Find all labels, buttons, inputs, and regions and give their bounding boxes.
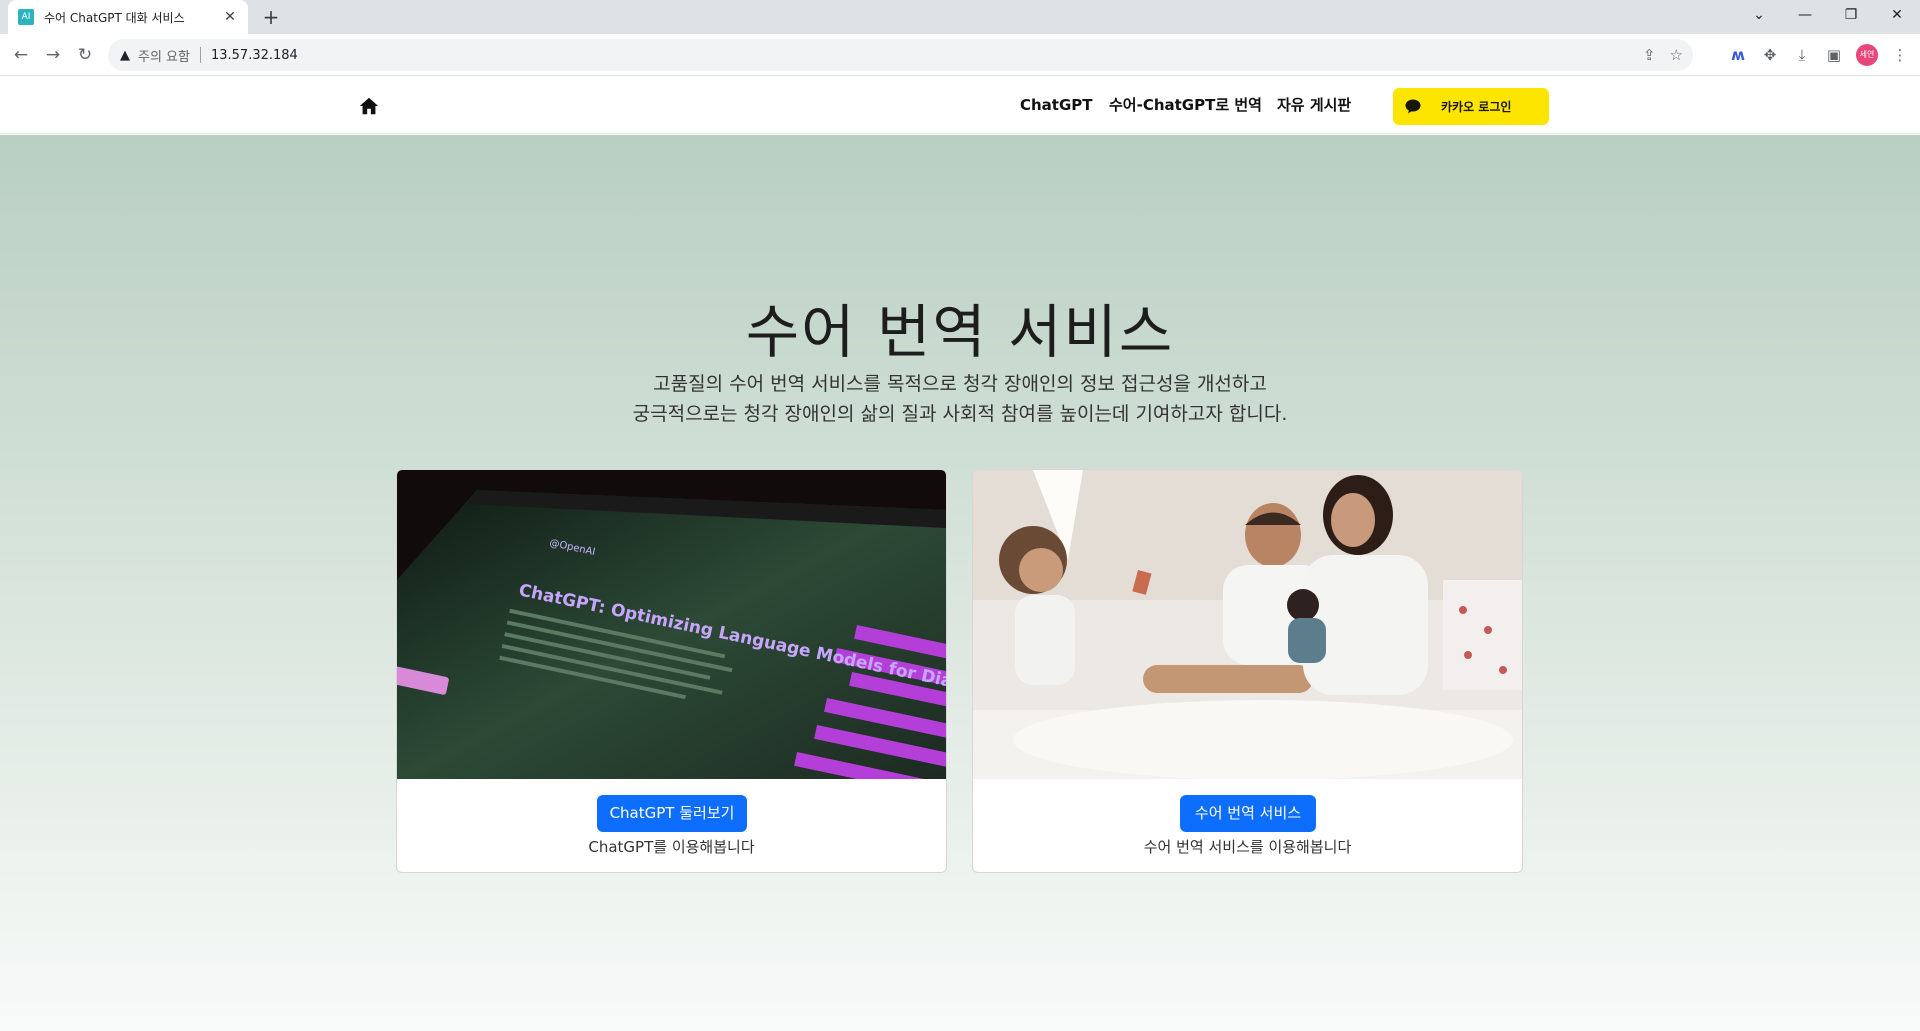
hero-section: 수어 번역 서비스 고품질의 수어 번역 서비스를 목적으로 청각 장애인의 정… [0, 135, 1920, 1031]
warning-icon[interactable]: ▲ [120, 48, 130, 63]
extensions-puzzle-icon[interactable]: ✥ [1758, 43, 1782, 67]
sign-translation-button[interactable]: 수어 번역 서비스 [1180, 795, 1316, 832]
chatgpt-screen-image: @OpenAI ChatGPT: Optimizing Language Mod… [397, 470, 946, 779]
home-icon[interactable] [358, 95, 380, 117]
sign-translation-card-text: 수어 번역 서비스를 이용해봅니다 [1143, 838, 1352, 856]
browser-tab-strip: AI 수어 ChatGPT 대화 서비스 ✕ + ⌄ — ❐ ✕ [0, 0, 1920, 34]
web-page: ChatGPT 수어-ChatGPT로 번역 자유 게시판 카카오 로그인 수어… [0, 77, 1920, 1031]
hero-subtitle-line-1: 고품질의 수어 번역 서비스를 목적으로 청각 장애인의 정보 접근성을 개선하… [653, 373, 1267, 395]
hero-subtitle: 고품질의 수어 번역 서비스를 목적으로 청각 장애인의 정보 접근성을 개선하… [0, 369, 1920, 429]
tab-title: 수어 ChatGPT 대화 서비스 [44, 10, 185, 25]
hero-title: 수어 번역 서비스 [745, 298, 1175, 366]
chatgpt-laptop-photo: @OpenAI ChatGPT: Optimizing Language Mod… [397, 470, 946, 779]
reload-icon[interactable]: ↻ [72, 42, 98, 68]
browser-toolbar: ← → ↻ ▲ 주의 요함 13.57.32.184 ⇪ ☆ ʍ ✥ ⤓ ▣ 세… [0, 34, 1920, 76]
kakao-login-label: 카카오 로그인 [1441, 100, 1512, 114]
back-icon[interactable]: ← [8, 42, 34, 68]
bookmark-star-icon[interactable]: ☆ [1670, 46, 1683, 64]
card-chatgpt: @OpenAI ChatGPT: Optimizing Language Mod… [396, 469, 947, 873]
extension-icon[interactable]: ʍ [1726, 43, 1750, 67]
kakao-login-button[interactable]: 카카오 로그인 [1393, 88, 1549, 125]
side-panel-icon[interactable]: ▣ [1822, 43, 1846, 67]
restore-icon[interactable]: ❐ [1828, 0, 1874, 30]
forward-icon[interactable]: → [40, 42, 66, 68]
family-photo [973, 470, 1522, 779]
family-image [973, 470, 1522, 779]
close-window-icon[interactable]: ✕ [1874, 0, 1920, 30]
nav-link-sign-translate[interactable]: 수어-ChatGPT로 번역 [1109, 77, 1262, 134]
profile-avatar[interactable]: 세연 [1856, 44, 1878, 66]
minimize-icon[interactable]: — [1782, 0, 1828, 30]
chatgpt-explore-button[interactable]: ChatGPT 둘러보기 [597, 795, 747, 832]
nav-link-chatgpt[interactable]: ChatGPT [1020, 77, 1093, 134]
address-divider [199, 47, 201, 63]
address-actions: ⇪ ☆ [1643, 39, 1683, 71]
nav-link-free-board[interactable]: 자유 게시판 [1277, 77, 1351, 134]
tab-search-icon[interactable]: ⌄ [1736, 0, 1782, 30]
chatgpt-card-text: ChatGPT를 이용해봅니다 [588, 838, 755, 856]
new-tab-icon[interactable]: + [258, 4, 284, 30]
favicon-icon: AI [18, 9, 34, 25]
security-warning-label: 주의 요함 [138, 49, 190, 65]
address-url: 13.57.32.184 [210, 47, 298, 63]
tab-close-icon[interactable]: ✕ [222, 9, 238, 25]
address-bar[interactable]: ▲ 주의 요함 13.57.32.184 ⇪ ☆ [108, 39, 1693, 71]
share-icon[interactable]: ⇪ [1643, 46, 1656, 64]
download-icon[interactable]: ⤓ [1790, 43, 1814, 67]
hero-subtitle-line-2: 궁극적으로는 청각 장애인의 삶의 질과 사회적 참여를 높이는데 기여하고자 … [632, 403, 1288, 425]
kakao-chat-icon [1405, 99, 1421, 114]
card-sign-translation: 수어 번역 서비스 수어 번역 서비스를 이용해봅니다 [972, 469, 1523, 873]
menu-kebab-icon[interactable]: ⋮ [1888, 43, 1912, 67]
site-navbar: ChatGPT 수어-ChatGPT로 번역 자유 게시판 카카오 로그인 [0, 77, 1920, 134]
browser-tab[interactable]: AI 수어 ChatGPT 대화 서비스 ✕ [8, 0, 248, 34]
